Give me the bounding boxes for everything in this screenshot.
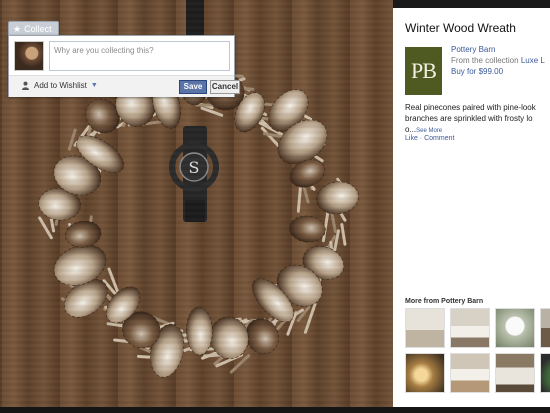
bottom-bar xyxy=(0,407,550,413)
user-icon xyxy=(22,81,29,90)
wishlist-label: Add to Wishlist xyxy=(34,81,87,90)
like-link[interactable]: Like xyxy=(405,135,418,142)
avatar xyxy=(14,41,44,71)
bedroom-thumb[interactable] xyxy=(450,308,490,348)
star-icon: ★ xyxy=(13,23,22,34)
collection-link[interactable]: Luxe L xyxy=(521,56,545,65)
like-comment-bar: Like · Comment xyxy=(405,135,455,142)
collection-line: From the collection Luxe L xyxy=(451,56,545,65)
brand-logo[interactable]: PB xyxy=(405,47,442,95)
more-from-heading: More from Pottery Barn xyxy=(405,298,484,305)
save-button[interactable]: Save xyxy=(179,80,207,94)
bench-thumb[interactable] xyxy=(540,308,550,348)
collection-prefix: From the collection xyxy=(451,56,519,65)
see-more-link[interactable]: See More xyxy=(416,128,442,134)
owl-thumb[interactable] xyxy=(495,308,535,348)
chevron-down-icon: ▼ xyxy=(90,82,98,89)
wreath-branches xyxy=(37,62,356,374)
product-details-panel: Winter Wood Wreath PB Pottery Barn From … xyxy=(393,8,550,407)
stockings-thumb[interactable] xyxy=(405,308,445,348)
buy-link[interactable]: Buy for $99.00 xyxy=(451,67,503,76)
wreath-hanger xyxy=(186,0,204,40)
product-title: Winter Wood Wreath xyxy=(405,21,516,35)
collect-tab-label: Collect xyxy=(24,24,52,34)
brand-link[interactable]: Pottery Barn xyxy=(451,45,495,54)
collect-tab[interactable]: ★ Collect xyxy=(8,21,59,36)
comment-link[interactable]: Comment xyxy=(424,135,454,142)
sofa-thumb[interactable] xyxy=(495,353,535,393)
collect-dialog: Why are you collecting this? Add to Wish… xyxy=(8,35,240,97)
add-to-wishlist-dropdown[interactable]: Add to Wishlist ▼ xyxy=(21,81,98,90)
description-tail: o... xyxy=(405,125,417,134)
wreath-pinecones xyxy=(38,50,359,378)
tree-thumb[interactable] xyxy=(540,353,550,393)
description-text: Real pinecones paired with pine-look bra… xyxy=(405,103,536,123)
lanterns-thumb[interactable] xyxy=(405,353,445,393)
product-description: Real pinecones paired with pine-look bra… xyxy=(405,102,550,137)
monogram-letter: S xyxy=(189,158,200,177)
collect-reason-input[interactable]: Why are you collecting this? xyxy=(49,41,230,71)
cancel-button[interactable]: Cancel xyxy=(210,80,240,94)
bed-thumb[interactable] xyxy=(450,353,490,393)
door-knocker: S xyxy=(169,126,219,222)
